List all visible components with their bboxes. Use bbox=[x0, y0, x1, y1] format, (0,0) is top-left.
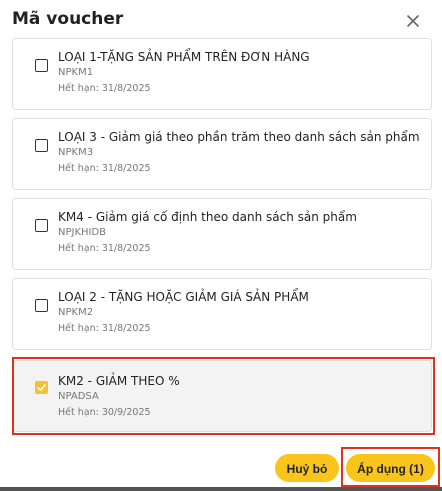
apply-button[interactable]: Áp dụng (1) bbox=[346, 454, 435, 482]
voucher-card[interactable]: LOẠI 2 - TẶNG HOẶC GIẢM GIÁ SẢN PHẨM NPK… bbox=[12, 278, 432, 350]
voucher-card[interactable]: KM4 - Giảm giá cố định theo danh sách sả… bbox=[12, 198, 432, 270]
dialog-header: Mã voucher bbox=[0, 0, 442, 38]
voucher-checkbox-checked[interactable] bbox=[35, 381, 48, 394]
close-icon bbox=[407, 15, 419, 27]
voucher-code: NPJKHIDB bbox=[58, 227, 107, 238]
voucher-code: NPKM2 bbox=[58, 307, 94, 318]
voucher-card[interactable]: LOẠI 1-TẶNG SẢN PHẨM TRÊN ĐƠN HÀNG NPKM1… bbox=[12, 38, 432, 110]
voucher-checkbox[interactable] bbox=[35, 59, 48, 72]
voucher-checkbox[interactable] bbox=[35, 139, 48, 152]
voucher-card[interactable]: LOẠI 3 - Giảm giá theo phần trăm theo da… bbox=[12, 118, 432, 190]
voucher-code: NPADSA bbox=[58, 391, 99, 402]
voucher-expiry: Hết hạn: 31/8/2025 bbox=[58, 243, 151, 254]
voucher-title: KM4 - Giảm giá cố định theo danh sách sả… bbox=[58, 210, 357, 224]
bottom-divider bbox=[0, 487, 442, 491]
voucher-title: LOẠI 2 - TẶNG HOẶC GIẢM GIÁ SẢN PHẨM bbox=[58, 290, 309, 304]
voucher-dialog: Mã voucher LOẠI 1-TẶNG SẢN PHẨM TRÊN ĐƠN… bbox=[0, 0, 442, 491]
voucher-title: KM2 - GIẢM THEO % bbox=[58, 374, 180, 388]
voucher-card-selected[interactable]: KM2 - GIẢM THEO % NPADSA Hết hạn: 30/9/2… bbox=[12, 360, 432, 432]
voucher-expiry: Hết hạn: 30/9/2025 bbox=[58, 407, 151, 418]
voucher-title: LOẠI 3 - Giảm giá theo phần trăm theo da… bbox=[58, 130, 420, 144]
voucher-expiry: Hết hạn: 31/8/2025 bbox=[58, 83, 151, 94]
checkmark-icon bbox=[37, 384, 46, 391]
voucher-checkbox[interactable] bbox=[35, 219, 48, 232]
voucher-list[interactable]: LOẠI 1-TẶNG SẢN PHẨM TRÊN ĐƠN HÀNG NPKM1… bbox=[0, 38, 442, 438]
close-button[interactable] bbox=[400, 8, 426, 34]
voucher-expiry: Hết hạn: 31/8/2025 bbox=[58, 163, 151, 174]
voucher-expiry: Hết hạn: 31/8/2025 bbox=[58, 323, 151, 334]
voucher-title: LOẠI 1-TẶNG SẢN PHẨM TRÊN ĐƠN HÀNG bbox=[58, 50, 310, 64]
dialog-title: Mã voucher bbox=[12, 9, 124, 29]
voucher-checkbox[interactable] bbox=[35, 299, 48, 312]
voucher-code: NPKM1 bbox=[58, 67, 94, 78]
cancel-button[interactable]: Huỷ bỏ bbox=[275, 454, 339, 482]
voucher-code: NPKM3 bbox=[58, 147, 94, 158]
